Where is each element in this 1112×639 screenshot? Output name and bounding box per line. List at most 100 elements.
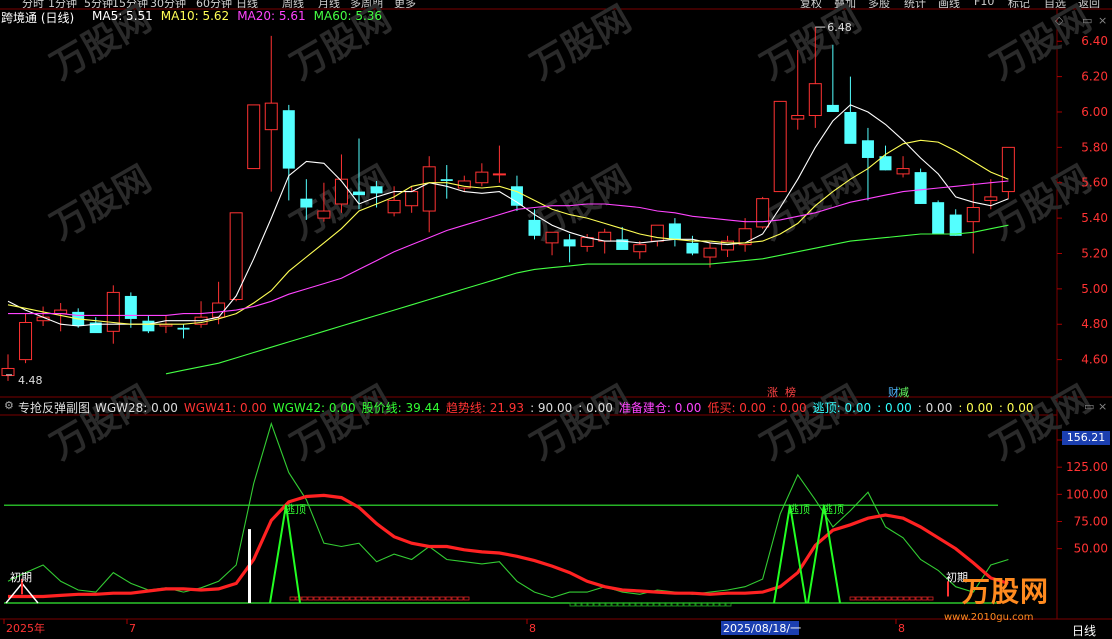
sub-item-1: WGW41: 0.00: [183, 401, 267, 415]
watermark-8: 万股网: [754, 158, 868, 248]
red-box: [915, 596, 922, 601]
red-box: [451, 596, 458, 601]
sub-item-3: 股价线: 39.44: [361, 401, 440, 415]
event-tag-1[interactable]: 榜: [783, 384, 798, 400]
red-box: [373, 596, 380, 601]
low-label: 4.48: [18, 374, 43, 387]
red-box: [909, 596, 916, 601]
red-box: [885, 596, 892, 601]
red-box: [873, 596, 880, 601]
sub-item-12: : 0.00: [917, 401, 953, 415]
sub-item-13: : 0.00: [958, 401, 993, 415]
sub-item-11: : 0.00: [877, 401, 912, 415]
y-tick-label: 5.20: [1081, 246, 1108, 260]
red-box: [331, 596, 338, 601]
red-box: [903, 596, 910, 601]
candle-body: [686, 242, 699, 254]
candle-body: [896, 168, 910, 175]
diamond-icon[interactable]: ◇: [1055, 14, 1063, 27]
sub-item-2: WGW42: 0.00: [272, 401, 356, 415]
red-box: [463, 596, 470, 601]
watermark-7: 万股网: [524, 158, 638, 248]
date-label-0: 2025年: [6, 621, 45, 635]
candle-body: [317, 210, 331, 219]
candle-body: [528, 219, 541, 236]
candle-body: [791, 115, 805, 120]
current-value-badge: 156.21: [1062, 431, 1110, 445]
watermark-5: 万股网: [44, 158, 158, 248]
candle-body: [106, 291, 120, 332]
date-label-4: 8: [898, 622, 905, 635]
candle-body: [966, 207, 980, 223]
candle-body: [668, 223, 681, 240]
y-tick-label: 5.40: [1081, 211, 1108, 225]
candle-body: [142, 320, 155, 332]
red-box: [325, 596, 332, 601]
y-tick-label: 5.00: [1081, 282, 1108, 296]
date-cursor-label: 2025/08/18/一: [723, 622, 801, 635]
candle-body: [212, 302, 226, 318]
sub-item-9: : 0.00: [772, 401, 807, 415]
red-box: [855, 596, 862, 601]
candle-body: [984, 196, 998, 201]
kline-chart: 万股网 万股网 万股网 万股网 万股网万股网 万股网 万股网 万股网万股网 万股网 万股网 万股网万…: [0, 0, 1112, 635]
red-box: [427, 596, 434, 601]
ma-legend: MA5: 5.51 MA10: 5.62 MA20: 5.61 MA60: 5.36: [92, 9, 390, 23]
sub-item-4: 趋势线: 21.93: [445, 401, 525, 415]
sub-close-icon[interactable]: ×: [1098, 400, 1107, 413]
red-box: [891, 596, 898, 601]
event-tag-0[interactable]: 涨: [765, 384, 780, 400]
sub-item-5: : 90.00: [530, 401, 573, 415]
candle-body: [633, 244, 647, 253]
initial-label-left: 初期: [10, 570, 32, 584]
escape-top-label-0: 逃顶: [284, 503, 306, 516]
sub-title[interactable]: 专抢反弹副图: [18, 399, 90, 416]
escape-top-label-1: 逃顶: [788, 503, 810, 516]
red-box: [897, 596, 904, 601]
ma-label-ma20: MA20: 5.61: [237, 9, 306, 23]
close-icon[interactable]: ×: [1098, 14, 1107, 27]
y-tick-label: 4.60: [1081, 353, 1108, 367]
red-box: [861, 596, 868, 601]
sub-item-0: WGW28: 0.00: [95, 401, 178, 415]
candle-body: [1001, 146, 1015, 193]
sub-item-10: 逃顶: 0.00: [812, 401, 872, 415]
red-box: [385, 596, 392, 601]
red-box: [457, 596, 464, 601]
series-trend-line: [8, 493, 1009, 599]
stock-title[interactable]: 跨境通 (日线): [1, 9, 74, 26]
watermark-9: 万股网: [984, 158, 1098, 248]
sub-settings-icon[interactable]: ▭: [1084, 400, 1094, 413]
watermark-11: 万股网: [284, 378, 398, 468]
series-ma10: [7, 139, 1009, 325]
red-box: [349, 596, 356, 601]
candle-body: [422, 166, 436, 212]
event-tag-3[interactable]: 减: [896, 384, 911, 400]
red-box: [921, 596, 928, 601]
watermark-3: 万股网: [754, 0, 868, 88]
escape-spike-2: [807, 505, 841, 604]
red-box: [415, 596, 422, 601]
candle-body: [353, 191, 365, 196]
ma-label-ma60: MA60: 5.36: [313, 9, 383, 23]
candle-body: [492, 173, 506, 176]
candle-body: [19, 321, 33, 361]
candle-body: [703, 247, 717, 258]
sub-y-tick-label: 50.00: [1074, 542, 1108, 556]
candle-body: [264, 102, 278, 131]
red-box: [343, 596, 350, 601]
date-label-1: 7: [129, 622, 136, 635]
red-box: [421, 596, 428, 601]
red-box: [433, 596, 440, 601]
period-label[interactable]: 日线: [1072, 622, 1096, 639]
gear-icon[interactable]: ⚙: [4, 399, 14, 412]
red-box: [307, 596, 314, 601]
candle-body: [177, 327, 190, 330]
red-box: [409, 596, 416, 601]
candle-body: [949, 214, 962, 236]
red-box: [879, 596, 886, 601]
settings-icon[interactable]: ▭: [1082, 14, 1092, 27]
red-box: [927, 596, 934, 601]
y-tick-label: 6.40: [1081, 34, 1108, 48]
red-box: [849, 596, 856, 601]
